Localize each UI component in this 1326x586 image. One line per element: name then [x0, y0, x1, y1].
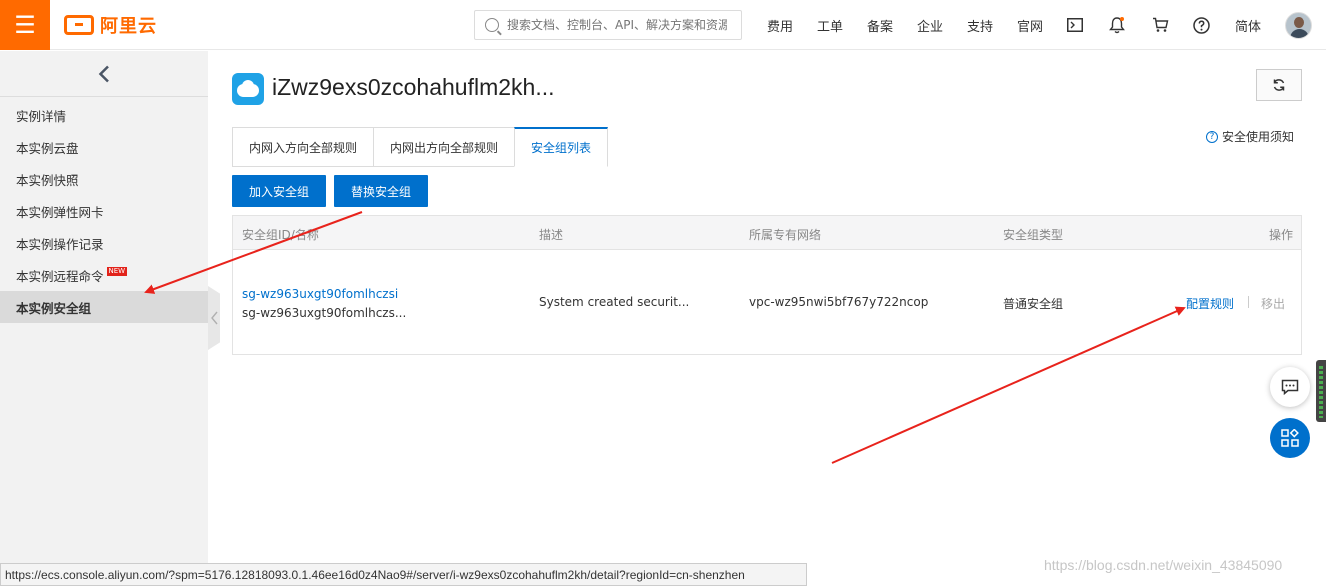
sidebar-item-snapshots[interactable]: 本实例快照	[0, 163, 208, 195]
browser-status-url: https://ecs.console.aliyun.com/?spm=5176…	[0, 563, 807, 586]
column-header-vpc: 所属专有网络	[749, 228, 822, 242]
chevron-left-icon	[98, 65, 109, 82]
nav-tickets-label: 工单	[817, 19, 844, 35]
sidebar-item-label: 本实例弹性网卡	[16, 204, 104, 220]
tab-security-group-list[interactable]: 安全组列表	[514, 127, 609, 167]
remove-link[interactable]: 移出	[1261, 295, 1285, 312]
join-security-group-button[interactable]: 加入安全组	[232, 175, 326, 207]
aliyun-logo[interactable]: 阿里云	[64, 13, 157, 37]
help-icon[interactable]	[1191, 15, 1211, 35]
sidebar-item-label: 本实例操作记录	[16, 236, 104, 252]
menu-icon[interactable]: ☰	[0, 0, 50, 50]
sidebar-item-disks[interactable]: 本实例云盘	[0, 131, 208, 163]
global-search[interactable]	[474, 10, 742, 40]
sidebar-item-label: 本实例快照	[16, 172, 79, 188]
nav-enterprise-label: 企业	[917, 19, 944, 35]
question-icon: ?	[1206, 130, 1218, 143]
security-group-table: 安全组ID/名称 描述 所属专有网络 安全组类型 操作 sg-wz963uxgt…	[232, 215, 1302, 355]
sidebar-item-eni[interactable]: 本实例弹性网卡	[0, 195, 208, 227]
search-input[interactable]	[507, 18, 727, 32]
aliyun-logo-mark	[64, 15, 94, 35]
nav-official-site[interactable]: 官网	[1017, 0, 1043, 50]
nav-icp[interactable]: 备案	[867, 0, 893, 50]
refresh-icon	[1273, 79, 1285, 91]
column-header-type: 安全组类型	[1003, 228, 1064, 242]
nav-support[interactable]: 支持	[967, 0, 993, 50]
table-header: 安全组ID/名称 描述 所属专有网络 安全组类型 操作	[233, 216, 1301, 250]
security-group-description: System created securit...	[539, 295, 690, 309]
action-divider	[1248, 296, 1249, 308]
chat-icon	[1281, 379, 1299, 395]
security-group-name: sg-wz963uxgt90fomlhczs...	[242, 306, 407, 320]
back-button[interactable]	[0, 51, 208, 97]
sidebar-item-label: 实例详情	[16, 108, 67, 124]
nav-official-site-label: 官网	[1017, 19, 1044, 35]
security-notice-link[interactable]: ? 安全使用须知	[1206, 128, 1294, 145]
security-group-id-link[interactable]: sg-wz963uxgt90fomlhczsi	[242, 287, 398, 301]
nav-enterprise[interactable]: 企业	[917, 0, 943, 50]
column-header-id-name: 安全组ID/名称	[242, 228, 319, 242]
sidebar-item-label: 本实例远程命令	[16, 268, 104, 284]
nav-icp-label: 备案	[867, 19, 894, 35]
column-header-actions: 操作	[1269, 228, 1294, 242]
nav-tickets[interactable]: 工单	[817, 0, 843, 50]
refresh-button[interactable]	[1256, 69, 1302, 101]
watermark: https://blog.csdn.net/weixin_43845090	[1044, 557, 1283, 573]
page-title: iZwz9exs0zcohahuflm2kh...	[272, 74, 555, 100]
configure-rules-link[interactable]: 配置规则	[1186, 295, 1234, 312]
sidebar-item-security-groups[interactable]: 本实例安全组	[0, 291, 208, 323]
sidebar-item-instance-details[interactable]: 实例详情	[0, 99, 208, 131]
sidebar: 实例详情 本实例云盘 本实例快照 本实例弹性网卡 本实例操作记录 本实例远程命令…	[0, 51, 208, 586]
chevron-left-icon	[210, 311, 218, 325]
tab-outbound-rules[interactable]: 内网出方向全部规则	[373, 127, 515, 167]
avatar[interactable]	[1285, 12, 1312, 39]
terminal-icon[interactable]	[1065, 15, 1085, 35]
sidebar-item-remote-commands[interactable]: 本实例远程命令 NEW	[0, 259, 208, 291]
security-group-type: 普通安全组	[1003, 297, 1064, 311]
sidebar-item-label: 本实例云盘	[16, 140, 79, 156]
tab-inbound-rules[interactable]: 内网入方向全部规则	[232, 127, 374, 167]
sidebar-item-label: 本实例安全组	[16, 300, 92, 316]
security-notice-label: 安全使用须知	[1222, 130, 1295, 144]
apps-button[interactable]	[1270, 418, 1310, 458]
security-group-vpc: vpc-wz95nwi5bf767y722ncop	[749, 295, 929, 309]
cart-icon[interactable]	[1150, 15, 1170, 35]
search-icon	[485, 18, 499, 32]
side-meter-widget[interactable]	[1316, 360, 1326, 422]
nav-support-label: 支持	[967, 19, 994, 35]
column-header-description: 描述	[539, 228, 564, 242]
sidebar-item-operation-logs[interactable]: 本实例操作记录	[0, 227, 208, 259]
tab-bar: 内网入方向全部规则 内网出方向全部规则 安全组列表	[232, 127, 609, 167]
chat-button[interactable]	[1270, 367, 1310, 407]
nav-fees-label: 费用	[767, 19, 794, 35]
bell-icon[interactable]	[1107, 15, 1127, 35]
nav-fees[interactable]: 费用	[767, 0, 793, 50]
instance-cloud-icon	[232, 73, 264, 105]
logo-text: 阿里云	[100, 16, 157, 37]
new-badge: NEW	[106, 266, 128, 276]
replace-security-group-button[interactable]: 替换安全组	[334, 175, 428, 207]
sidebar-collapse-handle[interactable]	[208, 286, 220, 350]
language-switch[interactable]: 简体	[1235, 0, 1261, 50]
language-label: 简体	[1235, 19, 1262, 35]
apps-icon	[1281, 429, 1299, 447]
top-bar: ☰ 阿里云 费用 工单 备案 企业 支持 官网 简体	[0, 0, 1326, 50]
